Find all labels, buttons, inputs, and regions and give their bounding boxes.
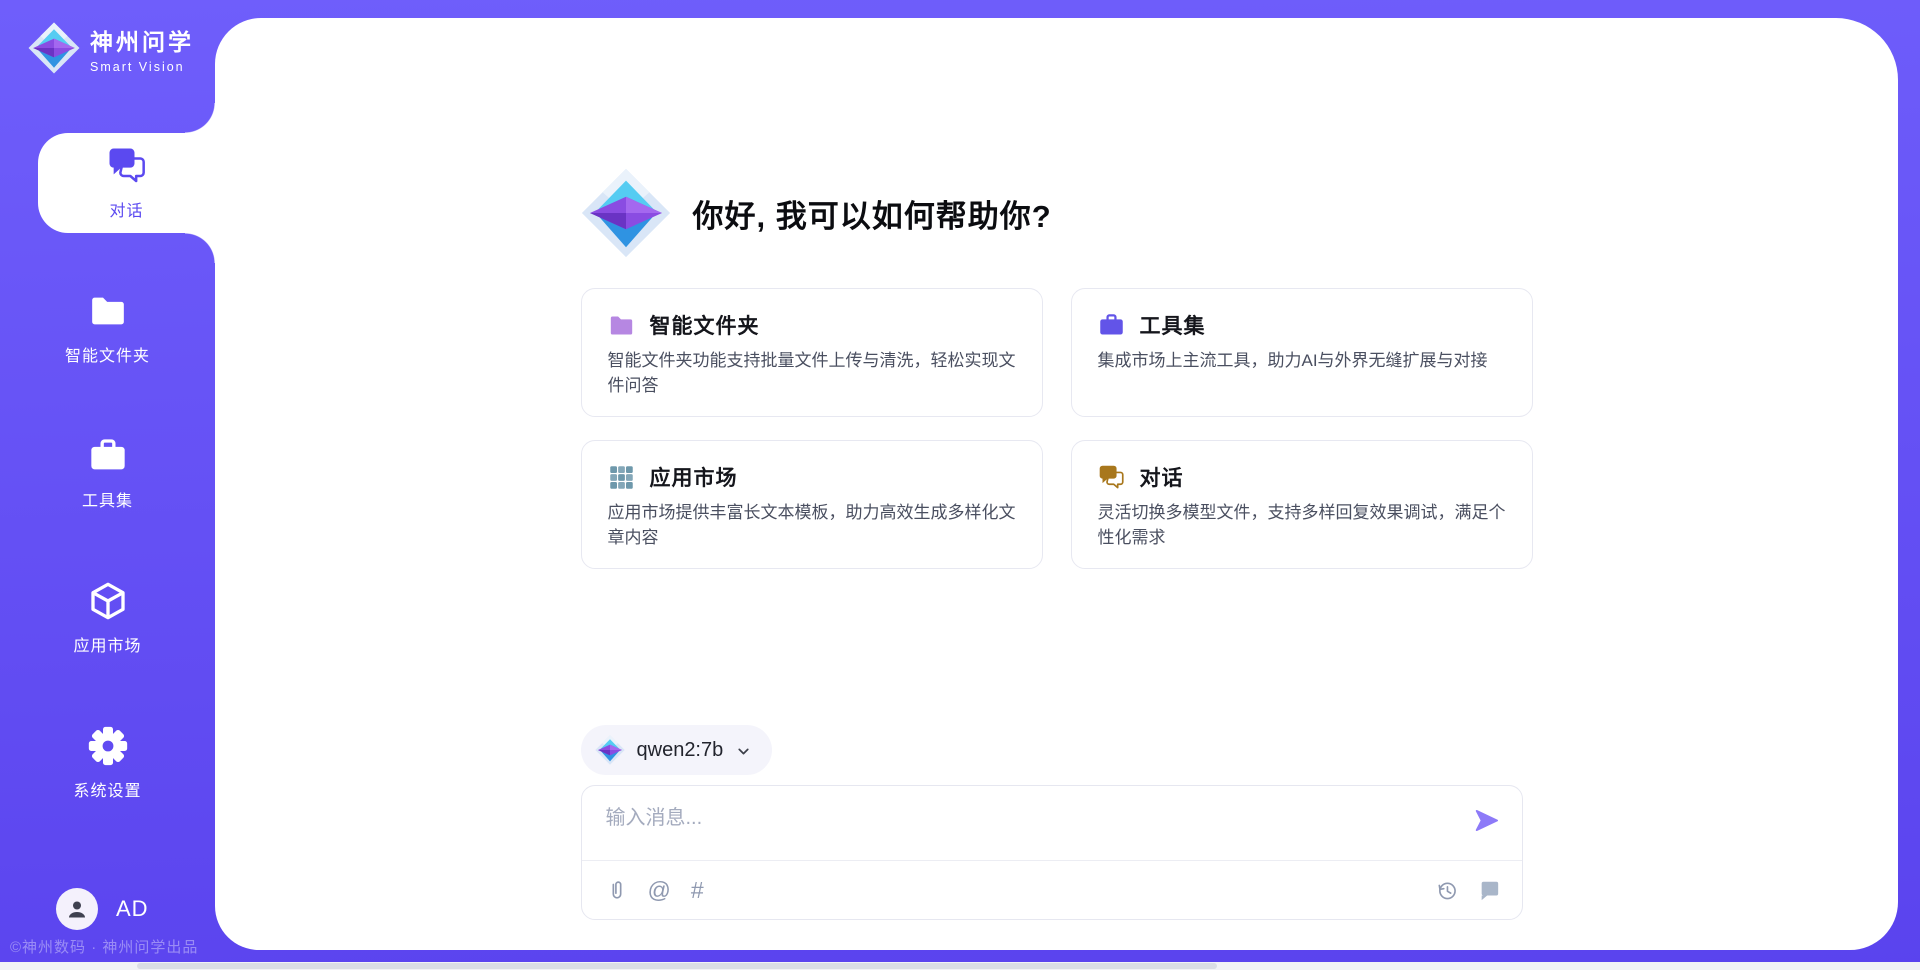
mention-icon[interactable]: @ [648,879,671,902]
copyright-text: ©神州数码 · 神州问学出品 [10,936,198,957]
sidebar-item-smart-folder[interactable]: 智能文件夹 [0,278,215,378]
model-gem-icon [595,735,625,765]
card-description: 灵活切换多模型文件，支持多样回复效果调试，满足个性化需求 [1098,501,1506,550]
card-title: 工具集 [1140,310,1206,340]
hero-gem-icon [581,168,671,258]
sidebar: 神州问学 Smart Vision 对话 智能文件夹 工具集 应用市场 系统设置 [0,0,215,970]
brand-logo: 神州问学 Smart Vision [28,22,194,74]
main-panel: 你好, 我可以如何帮助你? 智能文件夹 智能文件夹功能支持批量文件上传与清洗，轻… [215,18,1898,950]
chat-icon [107,146,147,186]
sidebar-nav: 对话 智能文件夹 工具集 应用市场 系统设置 [0,133,215,858]
send-icon[interactable] [1473,807,1500,834]
gear-icon [88,726,128,766]
brand-subtitle: Smart Vision [90,60,194,74]
chat-icon [1098,464,1125,491]
brand-gem-icon [28,22,80,74]
card-toolset[interactable]: 工具集 集成市场上主流工具，助力AI与外界无缝扩展与对接 [1071,288,1533,417]
history-icon[interactable] [1436,879,1458,901]
composer-right-tools [1436,879,1500,901]
folder-icon [88,291,128,331]
avatar [56,888,98,930]
toolbox-icon [88,436,128,476]
card-chat[interactable]: 对话 灵活切换多模型文件，支持多样回复效果调试，满足个性化需求 [1071,440,1533,569]
card-description: 集成市场上主流工具，助力AI与外界无缝扩展与对接 [1098,349,1506,374]
sidebar-item-settings[interactable]: 系统设置 [0,713,215,813]
sidebar-item-label: 系统设置 [73,777,141,801]
greeting-title: 你好, 我可以如何帮助你? [693,191,1052,236]
card-smart-folder[interactable]: 智能文件夹 智能文件夹功能支持批量文件上传与清洗，轻松实现文件问答 [581,288,1043,417]
sidebar-item-app-market[interactable]: 应用市场 [0,568,215,668]
greeting-block: 你好, 我可以如何帮助你? [581,168,1533,258]
card-description: 智能文件夹功能支持批量文件上传与清洗，轻松实现文件问答 [608,349,1016,398]
sidebar-item-label: 对话 [109,197,143,221]
sidebar-item-chat[interactable]: 对话 [38,133,215,233]
model-name: qwen2:7b [637,739,724,762]
sidebar-item-label: 应用市场 [73,632,141,656]
message-input[interactable] [606,801,1446,851]
cube-icon [88,581,128,621]
folder-icon [608,312,635,339]
model-selector-row: qwen2:7b [581,725,1533,775]
brand-name: 神州问学 [90,23,194,57]
hashtag-icon[interactable]: # [691,879,704,902]
toolbox-icon [1098,312,1125,339]
card-title: 对话 [1140,462,1184,492]
user-profile[interactable]: AD [56,888,149,930]
sidebar-item-toolset[interactable]: 工具集 [0,423,215,523]
user-name: AD [116,896,149,922]
chevron-down-icon [735,743,752,760]
scrollbar-thumb[interactable] [137,963,1217,969]
attachment-icon[interactable] [606,879,628,901]
feature-cards: 智能文件夹 智能文件夹功能支持批量文件上传与清洗，轻松实现文件问答 工具集 集成… [581,288,1533,569]
card-app-market[interactable]: 应用市场 应用市场提供丰富长文本模板，助力高效生成多样化文章内容 [581,440,1043,569]
person-icon [65,897,89,921]
card-title: 智能文件夹 [650,310,760,340]
grid-icon [608,464,635,491]
composer-toolbar: @ # [606,861,1500,919]
quick-phrase-icon[interactable] [1478,879,1500,901]
card-title: 应用市场 [650,462,738,492]
card-description: 应用市场提供丰富长文本模板，助力高效生成多样化文章内容 [608,501,1016,550]
message-composer: @ # [581,785,1523,920]
sidebar-item-label: 工具集 [82,487,133,511]
composer-left-tools: @ # [606,879,704,902]
horizontal-scrollbar[interactable] [0,962,1920,970]
sidebar-item-label: 智能文件夹 [65,342,150,366]
model-selector[interactable]: qwen2:7b [581,725,773,775]
